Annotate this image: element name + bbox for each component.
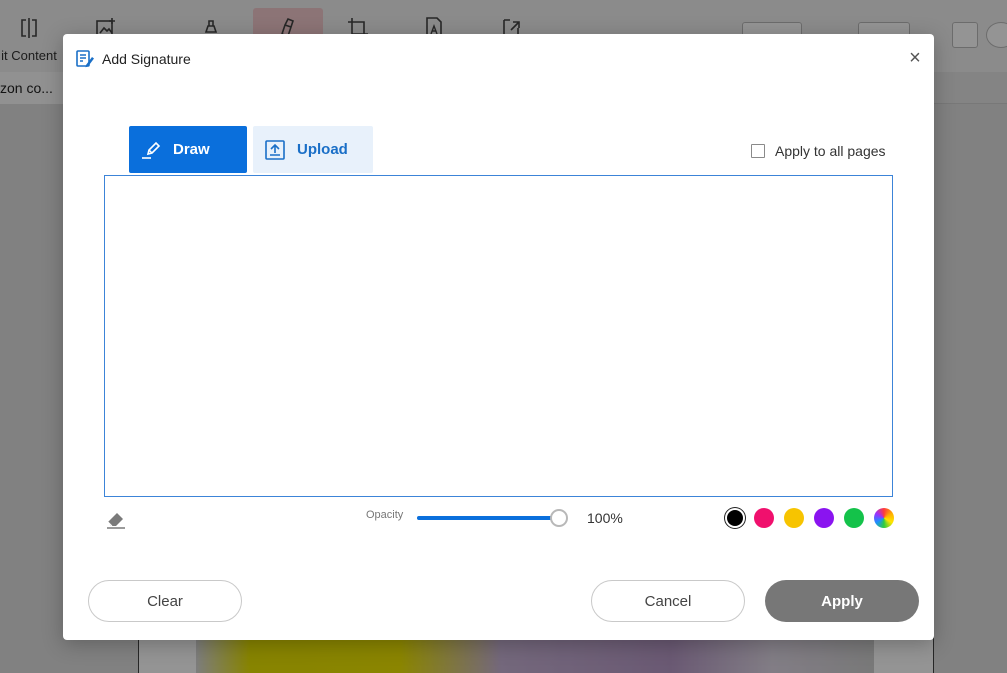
color-swatch-green[interactable] — [844, 508, 864, 528]
apply-to-all-pages-label: Apply to all pages — [775, 143, 886, 159]
upload-icon — [265, 139, 285, 160]
opacity-slider[interactable] — [417, 508, 569, 528]
opacity-slider-thumb[interactable] — [550, 509, 568, 527]
color-swatch-yellow[interactable] — [784, 508, 804, 528]
dialog-title: Add Signature — [102, 51, 191, 67]
color-swatch-purple[interactable] — [814, 508, 834, 528]
color-swatch-black[interactable] — [727, 510, 743, 526]
cancel-button[interactable]: Cancel — [591, 580, 745, 622]
eraser-icon[interactable] — [105, 508, 127, 530]
signature-doc-icon — [76, 50, 94, 68]
checkbox-box[interactable] — [751, 144, 765, 158]
tab-draw-label: Draw — [173, 141, 210, 158]
add-signature-dialog: Add Signature × Draw Upload Apply to all… — [63, 34, 934, 640]
clear-button[interactable]: Clear — [88, 580, 242, 622]
close-icon[interactable]: × — [905, 48, 925, 68]
opacity-value: 100% — [587, 510, 623, 526]
apply-to-all-pages-checkbox[interactable]: Apply to all pages — [751, 142, 886, 160]
opacity-slider-fill — [417, 516, 557, 520]
opacity-slider-track — [417, 516, 557, 520]
pen-icon — [142, 141, 161, 159]
apply-button[interactable]: Apply — [765, 580, 919, 622]
tab-upload[interactable]: Upload — [253, 126, 373, 173]
tab-draw[interactable]: Draw — [129, 126, 247, 173]
color-picker-icon[interactable] — [874, 508, 894, 528]
opacity-label: Opacity — [366, 509, 404, 521]
tab-upload-label: Upload — [297, 141, 348, 158]
dialog-header: Add Signature × — [63, 34, 934, 84]
color-swatch-pink[interactable] — [754, 508, 774, 528]
signature-draw-canvas[interactable] — [104, 175, 893, 497]
